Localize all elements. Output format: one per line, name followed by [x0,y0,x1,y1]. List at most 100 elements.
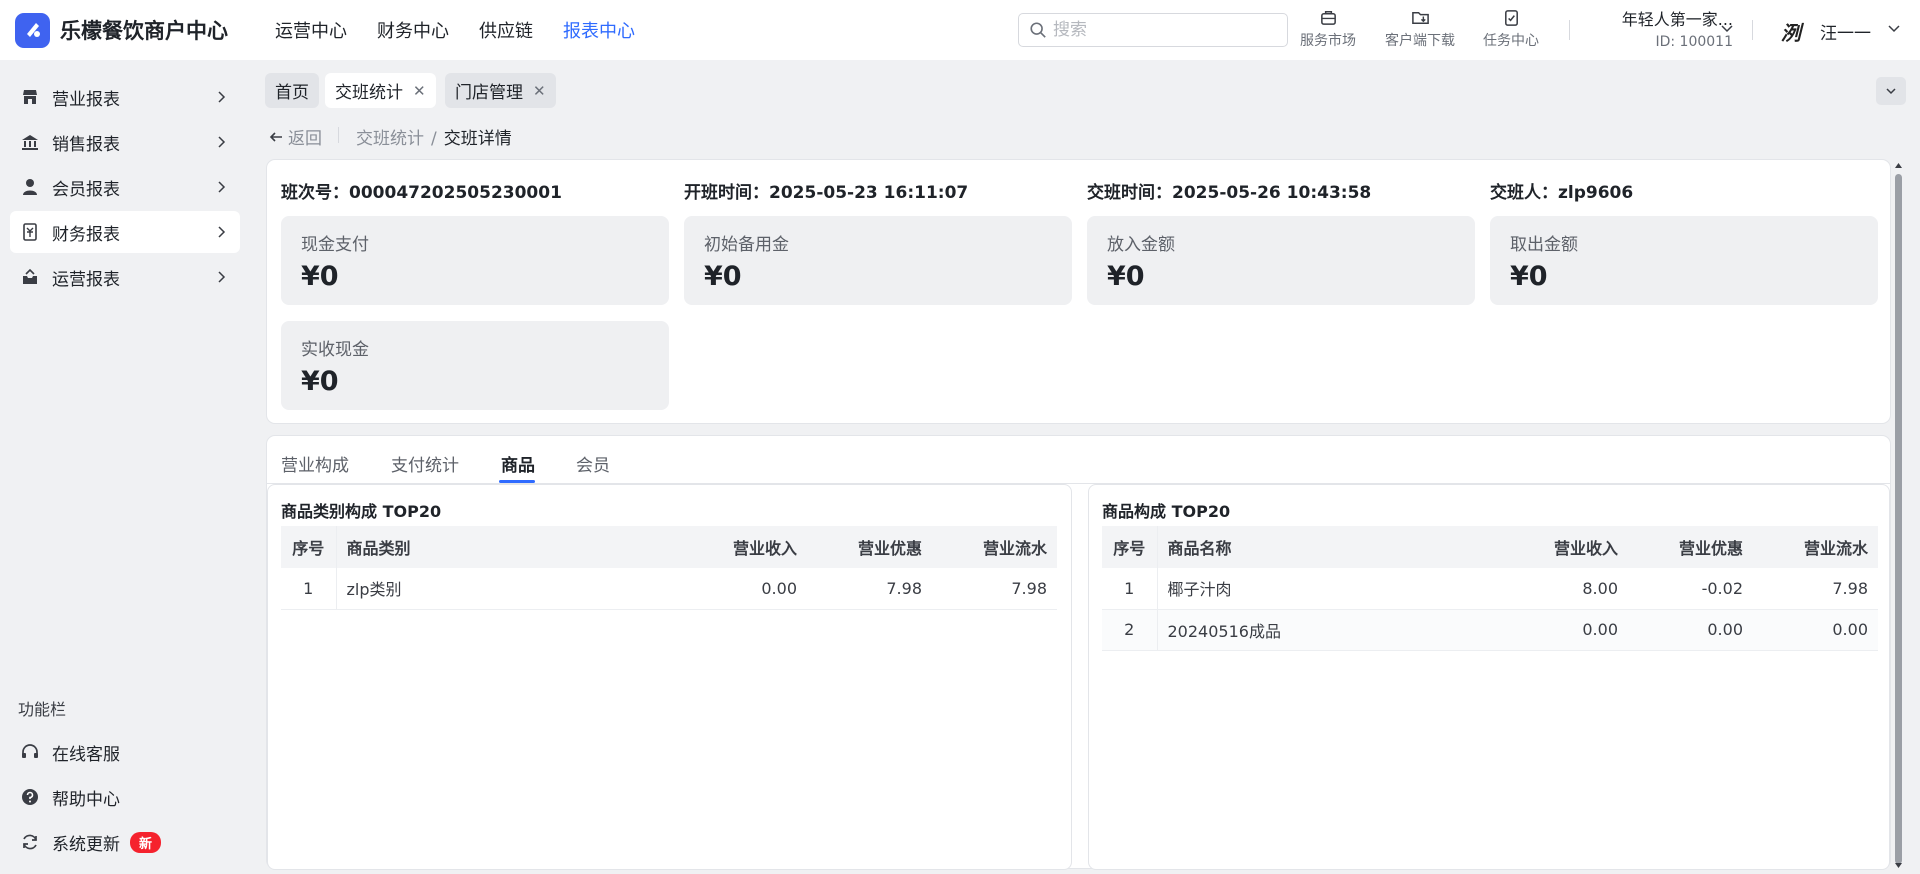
receipt-icon [23,223,37,241]
nav-item-reports[interactable]: 报表中心 [563,17,635,43]
shift-handover-person: 交班人：zlp9606 [1490,183,1634,203]
tabs-menu-button[interactable] [1876,77,1906,105]
shift-number: 班次号：000047202505230001 [281,183,562,203]
brand-logo-icon [15,12,50,48]
user-name[interactable]: 汪一一 [1820,19,1871,44]
service-market-label: 服务市场 [1300,33,1356,49]
column-header: 营业流水 [982,539,1047,558]
help-center-button[interactable]: 帮助中心 [10,776,240,818]
task-center-button[interactable]: 任务中心 [1483,8,1539,50]
tab-business-composition[interactable]: 营业构成 [281,451,349,476]
bank-icon [22,135,38,150]
table-cell: 0.00 [1753,609,1878,651]
search-icon [1030,22,1046,38]
table-row: 1 zlp类别 0.00 7.98 7.98 [281,568,1057,610]
sidebar-item-business-report[interactable]: 营业报表 [10,76,240,118]
service-market-button[interactable]: 服务市场 [1300,8,1356,50]
chevron-right-icon [218,226,226,238]
column-header: 商品名称 [1167,539,1232,558]
table-cell: 7.98 [932,568,1057,610]
chevron-right-icon [218,91,226,103]
sidebar-item-operations-report[interactable]: 运营报表 [10,256,240,298]
close-icon[interactable]: ✕ [413,82,426,100]
nav-item-operations[interactable]: 运营中心 [275,17,347,43]
shift-info-card: 班次号：000047202505230001 开班时间：2025-05-23 1… [266,159,1891,424]
table-cell: 20240516成品 [1157,609,1503,651]
table-cell: 7.98 [807,568,932,610]
scroll-down-arrow-icon[interactable] [1894,861,1903,870]
table-header-row: 序号 商品类别 营业收入 营业优惠 营业流水 [281,526,1057,568]
column-header: 营业优惠 [857,539,922,558]
column-header: 商品类别 [346,539,411,558]
breadcrumb-divider [338,127,339,143]
breadcrumb-separator: / [431,129,437,149]
store-selector[interactable]: 年轻人第一家... ID: 100011 [1588,6,1733,50]
online-service-button[interactable]: 在线客服 [10,731,240,773]
sidebar-item-label: 财务报表 [52,224,120,245]
close-icon[interactable]: ✕ [533,82,546,100]
refresh-icon [23,834,37,850]
tab-label: 首页 [275,83,309,103]
tab-payment-stats[interactable]: 支付统计 [391,451,459,476]
stat-value: ¥0 [301,261,339,292]
stat-label: 现金支付 [301,235,369,255]
brand[interactable]: 乐檬餐饮商户中心 [15,12,255,48]
detail-content-card: 营业构成 支付统计 商品 会员 商品类别构成 TOP20 序号 商品类别 营业收… [266,435,1891,870]
sidebar-item-member-report[interactable]: 会员报表 [10,166,240,208]
briefcase-icon [1320,11,1336,25]
stat-withdraw-amount: 取出金额 ¥0 [1490,216,1878,305]
stat-value: ¥0 [704,261,742,292]
stat-value: ¥0 [1510,261,1548,292]
table-cell: 1 [1102,568,1158,610]
column-header: 序号 [281,526,337,568]
stat-label: 放入金额 [1107,235,1175,255]
chevron-down-icon[interactable] [1887,22,1901,36]
search-input[interactable] [1053,20,1273,40]
stat-label: 取出金额 [1510,235,1578,255]
breadcrumb: 交班统计 / 交班详情 [356,124,512,149]
scroll-up-arrow-icon[interactable] [1894,161,1903,170]
category-table: 序号 商品类别 营业收入 营业优惠 营业流水 1 zlp类别 0.00 7.98… [281,526,1057,610]
category-composition-panel: 商品类别构成 TOP20 序号 商品类别 营业收入 营业优惠 营业流水 1 zl… [267,484,1072,870]
system-update-button[interactable]: 系统更新 新 [10,821,240,863]
back-button[interactable]: 返回 [268,124,322,149]
task-center-label: 任务中心 [1483,33,1539,49]
tab-members[interactable]: 会员 [576,451,610,476]
header-divider [1752,20,1753,40]
function-bar-title: 功能栏 [18,700,67,719]
clipboard-check-icon [1504,10,1518,26]
chevron-right-icon [218,271,226,283]
table-cell: 0.00 [682,568,807,610]
tab-products[interactable]: 商品 [501,451,535,476]
chevron-down-icon[interactable] [1720,22,1734,36]
tab-shift-stats[interactable]: 交班统计 ✕ [325,73,436,108]
scrollbar-thumb[interactable] [1895,174,1902,864]
store-name: 年轻人第一家... [1621,10,1733,29]
help-center-label: 帮助中心 [52,789,120,810]
arrow-left-icon [269,131,282,142]
download-folder-icon [1411,11,1429,24]
nav-item-supply-chain[interactable]: 供应链 [479,17,533,43]
table-cell: 椰子汁肉 [1157,568,1503,610]
table-row: 2 20240516成品 0.00 0.00 0.00 [1102,609,1878,651]
brand-name: 乐檬餐饮商户中心 [60,19,228,43]
sidebar-item-sales-report[interactable]: 销售报表 [10,121,240,163]
avatar[interactable]: 洌 [1774,16,1808,46]
table-cell: 0.00 [1628,609,1753,651]
table-cell: -0.02 [1628,568,1753,610]
sidebar-item-finance-report[interactable]: 财务报表 [10,211,240,253]
tab-home[interactable]: 首页 [265,73,319,108]
help-icon [22,789,38,805]
column-header: 营业收入 [1553,539,1618,558]
search-box[interactable] [1018,13,1288,47]
client-download-button[interactable]: 客户端下载 [1385,8,1455,50]
table-row: 1 椰子汁肉 8.00 -0.02 7.98 [1102,568,1878,610]
breadcrumb-prev[interactable]: 交班统计 [356,129,424,149]
sidebar-item-label: 会员报表 [52,179,120,200]
back-label: 返回 [288,129,322,149]
table-cell: zlp类别 [336,568,682,610]
nav-item-finance[interactable]: 财务中心 [377,17,449,43]
stat-value: ¥0 [301,366,339,397]
tab-store-management[interactable]: 门店管理 ✕ [445,73,556,108]
chevron-right-icon [218,136,226,148]
